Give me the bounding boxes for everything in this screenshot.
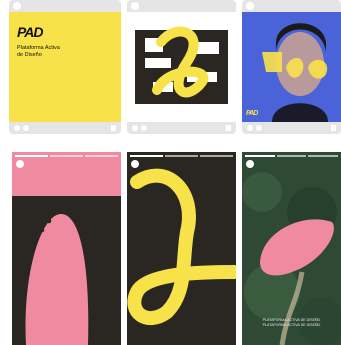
avatar[interactable] (131, 160, 139, 168)
brand-logo-small: PAD (246, 110, 258, 117)
post-actions (9, 122, 121, 134)
post-header (242, 0, 341, 12)
story-progress (130, 155, 233, 157)
avatar[interactable] (16, 160, 24, 168)
story-3[interactable]: PLATAFORMA ACTIVA DE DISEÑO PLATAFORMA A… (242, 152, 341, 345)
story-1[interactable] (12, 152, 121, 345)
heart-icon[interactable] (14, 125, 20, 131)
story-graphic (242, 152, 341, 345)
brand-name-line2: de Diseño (17, 52, 42, 58)
post-image[interactable] (127, 12, 236, 122)
bookmark-icon[interactable] (331, 125, 336, 131)
portrait-graphic (242, 12, 341, 122)
brand-name-line1: Plataforma Activa (17, 45, 60, 51)
post-actions (242, 122, 341, 134)
feed-post-1[interactable]: PAD Plataforma Activa de Diseño (9, 0, 121, 134)
avatar[interactable] (131, 2, 139, 10)
post-image[interactable]: PAD Plataforma Activa de Diseño (9, 12, 121, 122)
feed-post-2[interactable] (127, 0, 236, 134)
post-image[interactable]: PAD (242, 12, 341, 122)
forest-caption-2: PLATAFORMA ACTIVA DE DISEÑO (262, 323, 321, 327)
story-progress (245, 155, 339, 157)
story-graphic (127, 168, 236, 325)
heart-icon[interactable] (132, 125, 138, 131)
post-header (9, 0, 121, 12)
comment-icon[interactable] (23, 125, 29, 131)
feed-post-3[interactable]: PAD (242, 0, 341, 134)
bookmark-icon[interactable] (111, 125, 116, 131)
heart-icon[interactable] (247, 125, 253, 131)
post-header (127, 0, 236, 12)
avatar[interactable] (246, 2, 254, 10)
comment-icon[interactable] (141, 125, 147, 131)
forest-caption-1: PLATAFORMA ACTIVA DE DISEÑO (262, 318, 321, 322)
comment-icon[interactable] (256, 125, 262, 131)
post-actions (127, 122, 236, 134)
avatar[interactable] (13, 2, 21, 10)
story-2[interactable] (127, 152, 236, 345)
brand-logo: PAD (17, 24, 44, 40)
avatar[interactable] (246, 160, 254, 168)
story-progress (15, 155, 118, 157)
story-graphic (25, 213, 89, 345)
letterform-graphic (135, 26, 228, 104)
bookmark-icon[interactable] (226, 125, 231, 131)
